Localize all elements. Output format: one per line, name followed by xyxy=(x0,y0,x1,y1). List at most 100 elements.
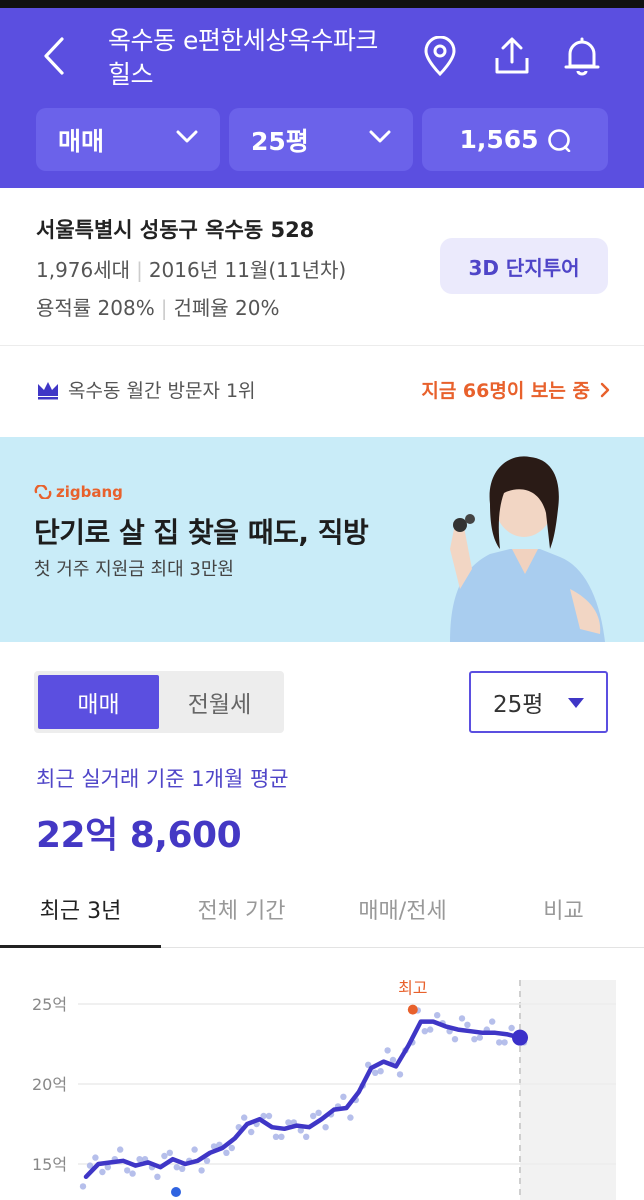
transaction-point xyxy=(340,1093,347,1100)
segment-sale[interactable]: 매매 xyxy=(38,675,159,729)
transaction-point xyxy=(92,1154,99,1161)
trade-type-segment: 매매 전월세 xyxy=(34,671,284,733)
transaction-point xyxy=(303,1133,310,1140)
share-button[interactable] xyxy=(490,34,534,78)
transaction-point xyxy=(124,1167,131,1174)
banner-subtext: 첫 거주 지원금 최대 3만원 xyxy=(34,559,234,580)
caret-down-icon xyxy=(568,698,584,708)
complex-info: 서울특별시 성동구 옥수동 528 1,976세대 | 2016년 11월(11년차… xyxy=(0,188,644,346)
comment-count: 1,565 xyxy=(459,125,539,154)
size-label: 25평 xyxy=(251,126,309,156)
transaction-point xyxy=(198,1167,205,1174)
built-date: 2016년 11월(11년차) xyxy=(148,258,347,282)
transaction-point xyxy=(451,1036,459,1043)
transaction-point xyxy=(161,1152,168,1160)
transaction-point xyxy=(508,1024,515,1032)
trade-type-label: 매매 xyxy=(58,126,105,156)
transaction-point xyxy=(173,1164,180,1171)
y-tick-label: 25억 xyxy=(32,995,67,1014)
crown-icon xyxy=(38,381,58,399)
tab-all-period[interactable]: 전체 기간 xyxy=(161,870,322,948)
period-tabs: 최근 3년 전체 기간 매매/전세 비교 xyxy=(0,870,644,948)
rank-text: 옥수동 월간 방문자 1위 xyxy=(68,380,256,402)
trade-type-dropdown[interactable]: 매매 xyxy=(36,108,220,171)
notification-button[interactable] xyxy=(560,34,604,78)
price-line xyxy=(83,1019,523,1180)
price-chart[interactable]: 25억 20억 15억 최고 xyxy=(0,960,644,1200)
banner-model-image xyxy=(450,456,605,642)
transaction-point xyxy=(179,1165,186,1172)
transaction-point xyxy=(396,1071,404,1078)
transaction-point xyxy=(310,1112,317,1120)
chevron-down-icon xyxy=(176,130,198,143)
logo-text: zigbang xyxy=(56,483,123,501)
transaction-point xyxy=(421,1028,428,1035)
transaction-point xyxy=(99,1168,106,1176)
live-viewers-link[interactable]: 지금 66명이 보는 중 xyxy=(421,376,610,403)
avg-price-label: 최근 실거래 기준 1개월 평균 xyxy=(36,767,289,791)
latest-point xyxy=(512,1029,528,1046)
tab-compare[interactable]: 비교 xyxy=(483,870,644,948)
share-icon xyxy=(495,37,529,74)
ad-banner[interactable]: zigbang 단기로 살 집 찾을 때도, 직방 첫 거주 지원금 최대 3만… xyxy=(0,437,644,642)
transaction-point xyxy=(265,1112,273,1120)
size-dropdown[interactable]: 25평 xyxy=(229,108,413,171)
segment-rent[interactable]: 전월세 xyxy=(159,675,280,729)
tab-recent-3y[interactable]: 최근 3년 xyxy=(0,870,161,948)
complex-meta-2: 용적률 208% | 건폐율 20% xyxy=(36,296,280,320)
transaction-point xyxy=(191,1146,198,1153)
peak-annotation: 최고 xyxy=(398,979,427,998)
transaction-point xyxy=(384,1047,391,1054)
avg-price-value: 22억 8,600 xyxy=(36,815,242,856)
transaction-point xyxy=(223,1149,230,1156)
banner-headline: 단기로 살 집 찾을 때도, 직방 xyxy=(34,516,369,549)
y-tick-label: 20억 xyxy=(32,1075,67,1094)
3d-tour-button[interactable]: 3D 단지투어 xyxy=(440,238,608,294)
header: 옥수동 e편한세상옥수파크힐스 매매 25평 1,565 xyxy=(0,8,644,188)
transaction-point xyxy=(315,1109,322,1116)
transaction-point xyxy=(501,1039,508,1046)
transaction-point xyxy=(117,1146,124,1153)
transaction-point xyxy=(154,1173,161,1180)
transaction-point xyxy=(79,1183,87,1190)
zigbang-logo-icon xyxy=(34,485,52,499)
location-button[interactable] xyxy=(418,34,462,78)
location-pin-icon xyxy=(424,36,456,76)
rank-info: 옥수동 월간 방문자 1위 xyxy=(36,376,256,403)
transaction-point xyxy=(228,1144,235,1152)
transaction-point xyxy=(476,1034,483,1041)
back-button[interactable] xyxy=(34,34,74,78)
transaction-point xyxy=(471,1036,478,1043)
back-arrow-icon xyxy=(44,37,64,75)
complex-meta-1: 1,976세대 | 2016년 11월(11년차) xyxy=(36,258,347,282)
transaction-point xyxy=(434,1012,441,1019)
floor-area-ratio: 용적률 208% xyxy=(36,296,155,320)
page-title: 옥수동 e편한세상옥수파크힐스 xyxy=(108,26,378,89)
bell-icon xyxy=(564,37,600,76)
chevron-down-icon xyxy=(369,130,391,143)
y-tick-label: 15억 xyxy=(32,1155,67,1174)
transaction-point xyxy=(377,1068,384,1075)
transaction-point xyxy=(248,1128,255,1136)
transaction-point xyxy=(489,1018,496,1025)
coverage-ratio: 건폐율 20% xyxy=(173,296,280,320)
low-point xyxy=(171,1187,181,1197)
chat-bubble-icon xyxy=(547,128,570,152)
address: 서울특별시 성동구 옥수동 528 xyxy=(36,218,315,242)
transaction-point xyxy=(347,1114,354,1121)
chevron-right-icon xyxy=(600,382,610,397)
tab-sale-jeonse[interactable]: 매매/전세 xyxy=(322,870,483,948)
status-bar xyxy=(0,0,644,8)
comment-count-button[interactable]: 1,565 xyxy=(422,108,608,171)
transaction-point xyxy=(458,1015,466,1022)
viewers-text: 지금 66명이 보는 중 xyxy=(421,380,590,402)
size-select[interactable]: 25평 xyxy=(469,671,608,733)
size-select-value: 25평 xyxy=(493,692,544,718)
transaction-point xyxy=(427,1026,434,1033)
visitor-rank-bar[interactable]: 옥수동 월간 방문자 1위 지금 66명이 보는 중 xyxy=(0,346,644,436)
peak-point xyxy=(407,1004,418,1015)
future-region xyxy=(520,980,616,1200)
tab-underline xyxy=(0,945,161,948)
transaction-point xyxy=(278,1133,285,1140)
transaction-point xyxy=(129,1170,136,1177)
